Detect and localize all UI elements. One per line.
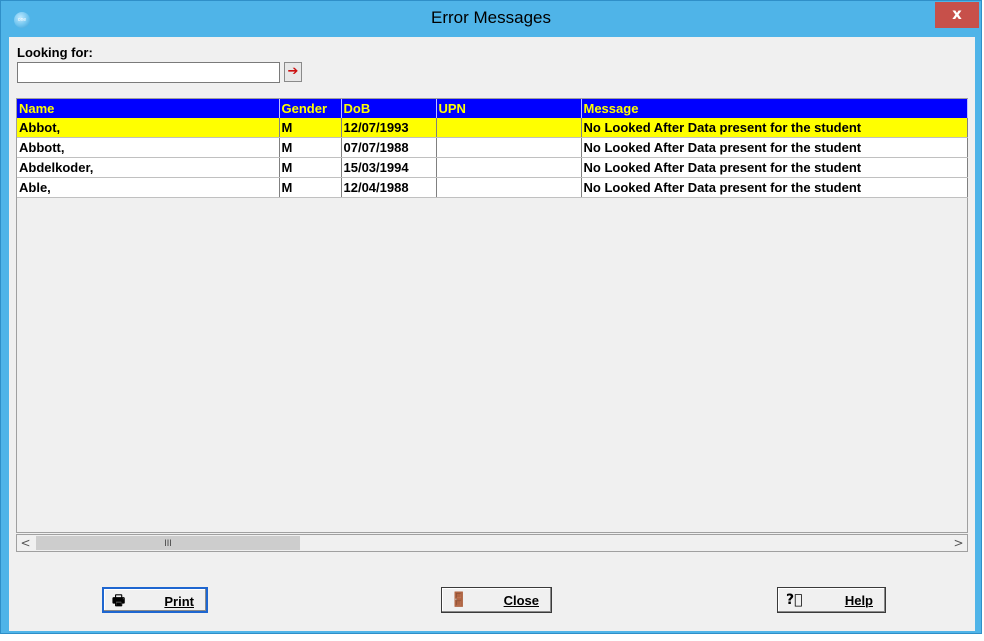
- window-close-button[interactable]: x: [935, 2, 979, 28]
- table-row[interactable]: Abbot, M 12/07/1993 No Looked After Data…: [17, 118, 968, 138]
- looking-for-label: Looking for:: [17, 45, 93, 60]
- cell-gender: M: [279, 157, 342, 178]
- scroll-left-button[interactable]: <: [17, 535, 34, 551]
- error-messages-window: one Error Messages x Looking for: ➔ Name…: [0, 0, 982, 634]
- cell-name: Able,: [17, 177, 280, 198]
- cell-dob: 12/04/1988: [341, 177, 437, 198]
- table-row[interactable]: Abbott, M 07/07/1988 No Looked After Dat…: [17, 137, 968, 158]
- search-go-button[interactable]: ➔: [284, 62, 302, 82]
- cell-message: No Looked After Data present for the stu…: [581, 177, 968, 198]
- cell-name: Abbot,: [17, 118, 280, 138]
- scrollbar-thumb[interactable]: III: [36, 536, 300, 550]
- cell-upn: [436, 118, 582, 138]
- cell-gender: M: [279, 177, 342, 198]
- column-header-name[interactable]: Name: [17, 99, 280, 118]
- scroll-right-button[interactable]: >: [950, 535, 967, 551]
- cell-name: Abbott,: [17, 137, 280, 158]
- printer-icon: 🖶: [112, 593, 126, 609]
- cell-gender: M: [279, 137, 342, 158]
- column-header-message[interactable]: Message: [581, 99, 968, 118]
- help-button[interactable]: ?⃝ Help: [777, 587, 886, 613]
- cell-message: No Looked After Data present for the stu…: [581, 118, 968, 138]
- column-header-upn[interactable]: UPN: [436, 99, 582, 118]
- cell-dob: 12/07/1993: [341, 118, 437, 138]
- column-header-gender[interactable]: Gender: [279, 99, 342, 118]
- cell-message: No Looked After Data present for the stu…: [581, 157, 968, 178]
- horizontal-scrollbar[interactable]: < III >: [16, 534, 968, 552]
- error-grid[interactable]: Name Gender DoB UPN Message Abbot, M 12/…: [16, 98, 968, 533]
- cell-name: Abdelkoder,: [17, 157, 280, 178]
- help-button-label: Help: [844, 593, 873, 608]
- print-button[interactable]: 🖶 Print: [102, 587, 208, 613]
- table-row[interactable]: Able, M 12/04/1988 No Looked After Data …: [17, 177, 968, 198]
- error-table: Name Gender DoB UPN Message Abbot, M 12/…: [17, 99, 968, 198]
- looking-for-input[interactable]: [17, 62, 280, 83]
- print-button-label: Print: [164, 594, 194, 609]
- help-icon: ?⃝: [786, 592, 803, 608]
- cell-gender: M: [279, 118, 342, 138]
- table-header-row: Name Gender DoB UPN Message: [17, 99, 968, 118]
- arrow-right-icon: ➔: [287, 64, 299, 79]
- table-row[interactable]: Abdelkoder, M 15/03/1994 No Looked After…: [17, 157, 968, 178]
- close-button-label: Close: [503, 593, 539, 608]
- door-exit-icon: 🚪: [450, 592, 468, 608]
- cell-dob: 07/07/1988: [341, 137, 437, 158]
- close-button[interactable]: 🚪 Close: [441, 587, 552, 613]
- column-header-dob[interactable]: DoB: [341, 99, 437, 118]
- cell-dob: 15/03/1994: [341, 157, 437, 178]
- cell-message: No Looked After Data present for the stu…: [581, 137, 968, 158]
- cell-upn: [436, 137, 582, 158]
- title-bar[interactable]: one Error Messages x: [1, 1, 981, 37]
- cell-upn: [436, 177, 582, 198]
- cell-upn: [436, 157, 582, 178]
- window-title: Error Messages: [431, 8, 551, 27]
